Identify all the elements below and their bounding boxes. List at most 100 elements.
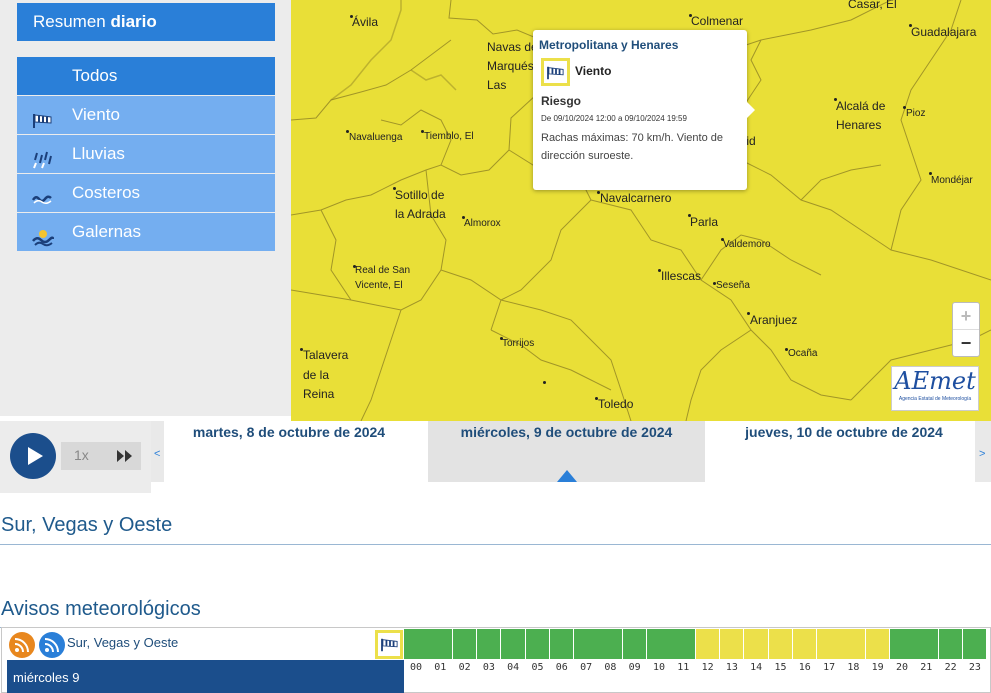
- category-label: Lluvias: [72, 144, 125, 163]
- wind-flag-icon: [541, 58, 570, 86]
- category-viento-button[interactable]: Viento: [17, 96, 275, 134]
- hour-label: 20: [895, 662, 909, 673]
- hour-label: 03: [482, 662, 495, 673]
- hour-warning-cell[interactable]: [598, 629, 622, 659]
- day-tab[interactable]: jueves, 10 de octubre de 2024: [720, 421, 968, 482]
- town-label: Illescas: [661, 269, 702, 283]
- town-label: Mondéjar: [931, 175, 973, 186]
- town-label: Reina: [303, 387, 335, 401]
- hour-label: 12: [701, 662, 714, 673]
- hour-warning-cell[interactable]: [574, 629, 598, 659]
- town-label: Aranjuez: [750, 313, 798, 327]
- speed-value[interactable]: 1x: [74, 447, 89, 463]
- logo-wordmark: AEmet: [894, 367, 976, 395]
- hour-label: 01: [434, 662, 447, 673]
- hour-warning-cell[interactable]: [719, 629, 744, 659]
- hour-warning-cell[interactable]: [792, 629, 817, 659]
- next-day-button[interactable]: >: [979, 448, 985, 460]
- logo-subtitle: Agencia Estatal de Meteorología: [898, 396, 972, 402]
- zoom-in-button[interactable]: +: [953, 303, 979, 330]
- rss-orange-icon[interactable]: [9, 632, 35, 658]
- town-label: Colmenar: [691, 14, 744, 28]
- hour-warning-cell[interactable]: [890, 629, 914, 659]
- hour-label: 07: [580, 662, 593, 673]
- town-dot: [543, 381, 546, 384]
- town-label: Marqués: [487, 59, 534, 73]
- town-label: Casar, El: [848, 0, 897, 11]
- rss-blue-icon[interactable]: [39, 632, 65, 658]
- hour-warning-cell[interactable]: [671, 629, 695, 659]
- rain-icon: [32, 145, 54, 169]
- hour-label: 18: [847, 662, 860, 673]
- category-lluvias-button[interactable]: Lluvias: [17, 135, 275, 173]
- hour-warning-cell[interactable]: [695, 629, 720, 659]
- category-label: Galernas: [72, 222, 141, 241]
- prev-day-button[interactable]: <: [154, 448, 160, 460]
- warning-popup: Metropolitana y Henares Viento Riesgo De…: [533, 30, 755, 190]
- town-label: Navaluenga: [349, 132, 403, 143]
- hour-warning-cell[interactable]: [549, 629, 574, 659]
- hour-label: 19: [871, 662, 884, 673]
- hour-warning-cell[interactable]: [744, 629, 768, 659]
- hour-warning-cell[interactable]: [476, 629, 501, 659]
- town-label: Henares: [836, 118, 882, 132]
- day-tab[interactable]: martes, 8 de octubre de 2024: [164, 421, 414, 482]
- wind-flag-icon: [32, 106, 54, 128]
- town-label: Pioz: [906, 108, 926, 119]
- town-label: Navalcarnero: [600, 191, 672, 205]
- resumen-label-bold: diario: [110, 12, 157, 31]
- zone-section-title: Sur, Vegas y Oeste: [1, 514, 173, 536]
- town-label: Valdemoro: [723, 239, 771, 250]
- hour-label: 09: [628, 662, 641, 673]
- popup-risk-label: Riesgo: [541, 94, 582, 108]
- category-label: Costeros: [72, 183, 141, 202]
- town-label: Almorox: [464, 218, 501, 229]
- hour-warning-cell[interactable]: [817, 629, 841, 659]
- hour-warning-cell[interactable]: [938, 629, 963, 659]
- hour-warning-cell[interactable]: [452, 629, 477, 659]
- section-divider: [0, 544, 991, 545]
- hour-warning-cell[interactable]: [914, 629, 938, 659]
- town-label: Tiemblo, El: [424, 131, 474, 142]
- category-galernas-button[interactable]: Galernas: [17, 213, 275, 251]
- hour-label: 06: [555, 662, 568, 673]
- town-label: Seseña: [716, 280, 750, 291]
- zoom-out-button[interactable]: −: [953, 330, 979, 357]
- aemet-logo: AEmet Agencia Estatal de Meteorología: [891, 366, 979, 411]
- hour-label: 21: [920, 662, 933, 673]
- hour-warning-cell[interactable]: [525, 629, 549, 659]
- popup-description: Rachas máximas: 70 km/h. Viento de direc…: [541, 132, 723, 162]
- hour-warning-cell[interactable]: [841, 629, 865, 659]
- warnings-section-title: Avisos meteorológicos: [1, 598, 201, 620]
- resumen-diario-button[interactable]: Resumen diario: [17, 3, 275, 41]
- hour-label: 13: [725, 662, 738, 673]
- category-label: Viento: [72, 105, 120, 124]
- popup-warning-type: Viento: [575, 64, 612, 78]
- zoom-control: + −: [952, 302, 980, 357]
- hour-label: 22: [944, 662, 957, 673]
- hour-warning-cell[interactable]: [768, 629, 792, 659]
- hour-warning-cell[interactable]: [404, 629, 428, 659]
- hour-warning-cell[interactable]: [501, 629, 525, 659]
- hour-label: 10: [652, 662, 666, 673]
- category-costeros-button[interactable]: Costeros: [17, 174, 275, 212]
- hour-label: 16: [798, 662, 811, 673]
- hour-warning-cell[interactable]: [962, 629, 987, 659]
- category-label: Todos: [72, 66, 118, 85]
- hour-label: 17: [823, 662, 836, 673]
- hour-label: 15: [774, 662, 787, 673]
- warning-zone-link[interactable]: Sur, Vegas y Oeste: [67, 635, 178, 650]
- warning-day-label: miércoles 9: [7, 660, 404, 693]
- fast-forward-icon[interactable]: [116, 449, 134, 468]
- hour-warning-cell[interactable]: [865, 629, 890, 659]
- hour-warning-cell[interactable]: [428, 629, 452, 659]
- category-todos-button[interactable]: Todos: [17, 57, 275, 95]
- popup-zone-title: Metropolitana y Henares: [539, 38, 679, 52]
- play-button[interactable]: [10, 433, 56, 479]
- hour-label: 00: [409, 662, 423, 673]
- town-label: la Adrada: [395, 207, 446, 221]
- hour-warning-cell[interactable]: [647, 629, 671, 659]
- town-label: Navas de: [487, 40, 538, 54]
- play-icon: [28, 447, 43, 465]
- hour-warning-cell[interactable]: [622, 629, 647, 659]
